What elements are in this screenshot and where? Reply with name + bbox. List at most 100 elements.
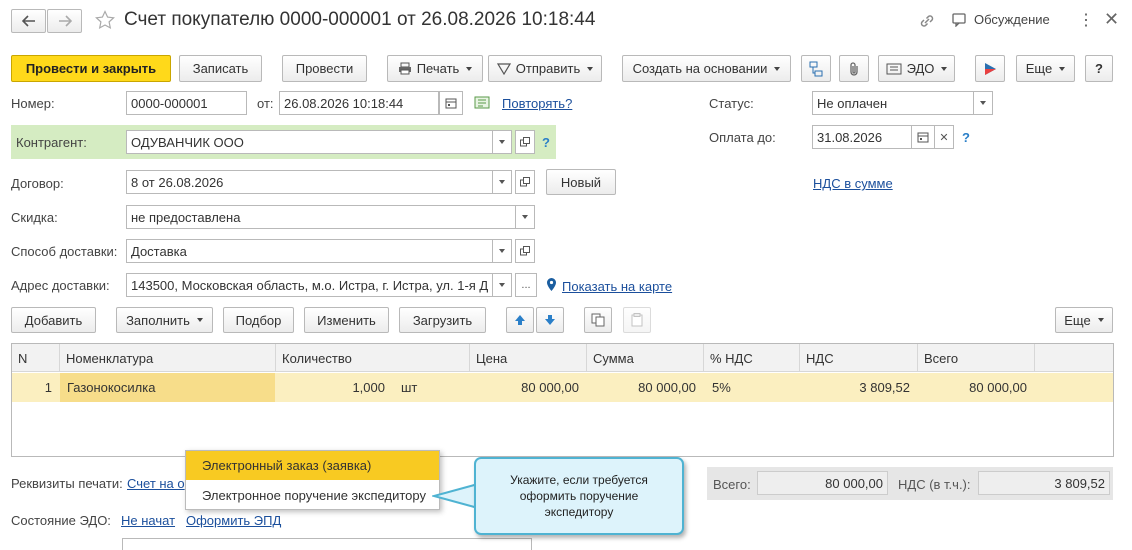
popup-item-electronic-order[interactable]: Электронный заказ (заявка) bbox=[186, 451, 439, 480]
cell-sum[interactable]: 80 000,00 bbox=[587, 373, 696, 401]
popup-item-forwarder-order[interactable]: Электронное поручение экспедитору bbox=[186, 481, 439, 509]
move-down-button[interactable] bbox=[536, 307, 564, 333]
contract-open-button[interactable] bbox=[515, 170, 535, 194]
discussion-button[interactable]: Обсуждение bbox=[952, 12, 1050, 27]
contract-field[interactable]: 8 от 26.08.2026 bbox=[126, 170, 493, 194]
date-field[interactable]: 26.08.2026 10:18:44 bbox=[279, 91, 439, 115]
vat-incl-field: 3 809,52 bbox=[978, 471, 1110, 495]
col-header-vat[interactable]: НДС bbox=[800, 344, 918, 372]
table-more-label: Еще bbox=[1064, 312, 1091, 328]
chevron-down-icon bbox=[774, 66, 781, 71]
status-field[interactable]: Не оплачен bbox=[812, 91, 974, 115]
vat-incl-label: НДС (в т.ч.): bbox=[898, 477, 971, 492]
repeat-icon bbox=[474, 96, 490, 112]
chevron-down-icon bbox=[587, 66, 594, 71]
repeat-link[interactable]: Повторять? bbox=[502, 96, 572, 111]
vat-in-sum-link[interactable]: НДС в сумме bbox=[813, 176, 893, 191]
print-details-link[interactable]: Счет на о bbox=[127, 476, 185, 491]
post-and-close-button[interactable]: Провести и закрыть bbox=[11, 55, 171, 82]
back-button[interactable] bbox=[11, 9, 46, 33]
save-button[interactable]: Записать bbox=[179, 55, 262, 82]
discount-field[interactable]: не предоставлена bbox=[126, 205, 516, 229]
col-header-n[interactable]: N bbox=[12, 344, 60, 372]
help-button[interactable]: ? bbox=[1085, 55, 1113, 82]
print-button[interactable]: Печать bbox=[387, 55, 483, 82]
delivery-method-open-button[interactable] bbox=[515, 239, 535, 263]
copy-rows-button[interactable] bbox=[584, 307, 612, 333]
add-row-button[interactable]: Добавить bbox=[11, 307, 96, 333]
cell-unit[interactable]: шт bbox=[401, 373, 417, 401]
chevron-down-icon bbox=[522, 215, 528, 219]
fill-button[interactable]: Заполнить bbox=[116, 307, 213, 333]
delivery-address-select-button[interactable]: ... bbox=[515, 273, 537, 297]
cell-n: 1 bbox=[44, 379, 52, 395]
cell-item[interactable]: Газонокосилка bbox=[67, 373, 155, 401]
more-button[interactable]: Еще bbox=[1016, 55, 1075, 82]
calendar-button[interactable] bbox=[439, 91, 463, 115]
col-header-qty[interactable]: Количество bbox=[276, 344, 470, 372]
chevron-down-icon bbox=[1059, 66, 1066, 71]
col-header-item[interactable]: Номенклатура bbox=[60, 344, 276, 372]
post-button[interactable]: Провести bbox=[282, 55, 367, 82]
cell-qty[interactable]: 1,000 bbox=[290, 373, 385, 401]
create-based-on-label: Создать на основании bbox=[632, 61, 768, 76]
new-contract-button[interactable]: Новый bbox=[546, 169, 616, 195]
more-vert-icon[interactable]: ⋮ bbox=[1078, 10, 1094, 30]
cell-vat[interactable]: 3 809,52 bbox=[800, 373, 910, 401]
chevron-down-icon bbox=[499, 140, 505, 144]
cell-vat-rate[interactable]: 5% bbox=[712, 373, 731, 401]
delivery-address-field[interactable]: 143500, Московская область, м.о. Истра, … bbox=[126, 273, 493, 297]
cell-price[interactable]: 80 000,00 bbox=[470, 373, 579, 401]
delivery-address-dropdown-button[interactable] bbox=[492, 273, 512, 297]
pay-until-calendar-button[interactable] bbox=[911, 125, 935, 149]
send-label: Отправить bbox=[515, 61, 581, 76]
change-button[interactable]: Изменить bbox=[304, 307, 389, 333]
create-based-on-button[interactable]: Создать на основании bbox=[622, 55, 791, 82]
structure-icon bbox=[809, 61, 823, 76]
edo-button[interactable]: ЭДО bbox=[878, 55, 955, 82]
col-header-total[interactable]: Всего bbox=[918, 344, 1035, 372]
attach-button[interactable] bbox=[839, 55, 869, 82]
contract-dropdown-button[interactable] bbox=[492, 170, 512, 194]
edo-state-link[interactable]: Не начат bbox=[121, 513, 175, 528]
counterparty-open-button[interactable] bbox=[515, 130, 535, 154]
col-header-vat-rate[interactable]: % НДС bbox=[704, 344, 800, 372]
col-header-price[interactable]: Цена bbox=[470, 344, 587, 372]
pay-until-field[interactable]: 31.08.2026 bbox=[812, 125, 912, 149]
load-button[interactable]: Загрузить bbox=[399, 307, 486, 333]
counterparty-help-icon[interactable]: ? bbox=[542, 135, 550, 150]
edo-icon bbox=[886, 63, 902, 74]
open-icon bbox=[520, 246, 530, 256]
chevron-down-icon bbox=[466, 66, 473, 71]
show-on-map-link[interactable]: Показать на карте bbox=[562, 279, 672, 294]
paste-icon bbox=[631, 313, 643, 327]
pick-button[interactable]: Подбор bbox=[223, 307, 294, 333]
forward-button[interactable] bbox=[47, 9, 82, 33]
move-up-button[interactable] bbox=[506, 307, 534, 333]
counterparty-dropdown-button[interactable] bbox=[492, 130, 512, 154]
discount-dropdown-button[interactable] bbox=[515, 205, 535, 229]
structure-button[interactable] bbox=[801, 55, 831, 82]
counterparty-field[interactable]: ОДУВАНЧИК ООО bbox=[126, 130, 493, 154]
fill-label: Заполнить bbox=[126, 312, 190, 328]
bottom-field[interactable] bbox=[122, 538, 532, 550]
send-button[interactable]: Отправить bbox=[488, 55, 602, 82]
link-icon[interactable] bbox=[918, 12, 936, 33]
pay-until-clear-button[interactable]: ✕ bbox=[934, 125, 954, 149]
col-header-sum[interactable]: Сумма bbox=[587, 344, 704, 372]
delivery-method-field[interactable]: Доставка bbox=[126, 239, 493, 263]
media-button[interactable] bbox=[975, 55, 1005, 82]
cell-total[interactable]: 80 000,00 bbox=[918, 373, 1027, 401]
paste-rows-button[interactable] bbox=[623, 307, 651, 333]
chevron-down-icon bbox=[980, 101, 986, 105]
open-icon bbox=[520, 137, 530, 147]
number-field[interactable]: 0000-000001 bbox=[126, 91, 247, 115]
star-icon[interactable] bbox=[95, 10, 115, 33]
page-title: Счет покупателю 0000-000001 от 26.08.202… bbox=[124, 9, 596, 30]
table-more-button[interactable]: Еще bbox=[1055, 307, 1113, 333]
edo-action-link[interactable]: Оформить ЭПД bbox=[186, 513, 281, 528]
delivery-method-dropdown-button[interactable] bbox=[492, 239, 512, 263]
status-dropdown-button[interactable] bbox=[973, 91, 993, 115]
pay-until-help-icon[interactable]: ? bbox=[962, 130, 970, 145]
close-icon[interactable]: ✕ bbox=[1104, 9, 1119, 30]
